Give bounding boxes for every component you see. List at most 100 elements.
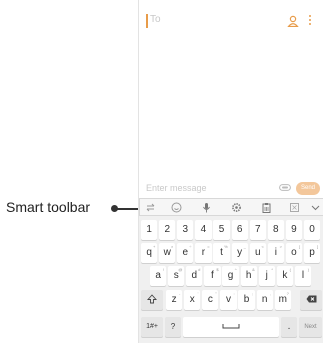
key-u[interactable]: u < <box>249 243 266 263</box>
mic-icon[interactable] <box>201 202 212 213</box>
smart-toolbar-callout-label: Smart toolbar <box>6 199 91 215</box>
key-label: 2 <box>164 224 171 235</box>
key-label: j <box>265 270 268 281</box>
attachment-icon[interactable] <box>279 184 291 191</box>
key-t[interactable]: t% <box>213 243 230 263</box>
send-button[interactable]: Send <box>296 182 320 195</box>
key-1[interactable]: 1 <box>141 220 158 240</box>
key-y[interactable]: y _ <box>231 243 248 263</box>
question-key[interactable]: ? <box>165 317 181 337</box>
key-s[interactable]: s @ <box>168 266 185 286</box>
key-4[interactable]: 4 <box>195 220 212 240</box>
key-label: q <box>146 247 152 258</box>
recipient-bar: To <box>139 0 323 44</box>
keyboard-mode-icon[interactable] <box>289 202 300 213</box>
key-label: p <box>309 247 315 258</box>
key-6[interactable]: 6 <box>231 220 248 240</box>
key-a[interactable]: a! <box>150 266 167 286</box>
key-z[interactable]: z- <box>166 290 183 310</box>
key-7[interactable]: 7 <box>249 220 266 240</box>
space-key[interactable] <box>183 317 279 337</box>
key-hint: ' <box>197 291 199 296</box>
key-hint: , <box>269 291 271 296</box>
key-label: g <box>227 270 234 281</box>
key-j[interactable]: j * <box>258 266 275 286</box>
key-label: 5 <box>218 224 225 235</box>
key-v[interactable]: v: <box>220 290 237 310</box>
message-input[interactable]: Enter message <box>146 183 207 193</box>
key-label: z <box>171 294 177 305</box>
key-hint: ; <box>251 291 253 296</box>
key-q[interactable]: q + <box>141 243 158 263</box>
settings-icon[interactable] <box>231 202 242 213</box>
key-hint: @ <box>178 267 183 272</box>
key-i[interactable]: i > <box>267 243 284 263</box>
clipboard-icon[interactable] <box>261 202 272 213</box>
key-hint: & <box>252 267 255 272</box>
key-label: 4 <box>200 224 207 235</box>
key-label: u <box>254 247 261 258</box>
key-f[interactable]: f $ <box>204 266 221 286</box>
key-l[interactable]: l) <box>294 266 312 286</box>
recipient-input[interactable]: To <box>150 14 161 25</box>
key-label: i <box>274 247 277 258</box>
key-label: e <box>182 247 189 258</box>
key-label: k <box>282 270 288 281</box>
period-key[interactable]: . <box>281 317 297 337</box>
key-label: t <box>220 247 223 258</box>
key-hint: * <box>271 267 273 272</box>
key-0[interactable]: 0 <box>303 220 321 240</box>
key-label: a <box>155 270 161 281</box>
symbols-key[interactable]: 1#+ <box>141 317 163 337</box>
key-label: y <box>237 247 243 258</box>
key-h[interactable]: h & <box>240 266 257 286</box>
key-label: x <box>189 294 195 305</box>
key-label: b <box>243 294 250 305</box>
key-hint: [ <box>298 244 301 249</box>
text-cursor <box>146 14 148 28</box>
swap-icon[interactable] <box>145 202 156 213</box>
key-n[interactable]: n, <box>256 290 273 310</box>
key-hint: ( <box>289 267 291 272</box>
key-e[interactable]: e ÷ <box>177 243 194 263</box>
contact-icon[interactable] <box>287 15 299 27</box>
key-o[interactable]: o[ <box>285 243 303 263</box>
next-key[interactable]: Next <box>299 317 322 337</box>
key-label: o <box>291 247 297 258</box>
key-m[interactable]: m? <box>274 290 291 310</box>
key-d[interactable]: d # <box>186 266 203 286</box>
key-hint: ] <box>317 244 319 249</box>
key-r[interactable]: r = <box>195 243 212 263</box>
more-options-icon[interactable] <box>308 15 312 27</box>
shift-key[interactable] <box>141 290 163 310</box>
key-label: 6 <box>236 224 243 235</box>
key-8[interactable]: 8 <box>267 220 284 240</box>
chevron-down-icon[interactable] <box>310 202 321 213</box>
key-label: m <box>278 294 287 305</box>
key-c[interactable]: c " <box>202 290 219 310</box>
key-hint: # <box>198 267 201 272</box>
key-5[interactable]: 5 <box>213 220 230 240</box>
key-label: 1 <box>146 224 152 235</box>
key-label: 0 <box>309 224 315 235</box>
key-w[interactable]: w × <box>159 243 176 263</box>
key-label: n <box>261 294 268 305</box>
key-label: c <box>207 294 213 305</box>
key-x[interactable]: x ' <box>184 290 201 310</box>
key-hint: × <box>171 244 174 249</box>
key-3[interactable]: 3 <box>177 220 194 240</box>
key-9[interactable]: 9 <box>285 220 303 240</box>
smart-toolbar <box>139 198 323 216</box>
key-k[interactable]: k( <box>276 266 293 286</box>
backspace-key[interactable] <box>300 290 322 310</box>
key-label: l <box>301 270 305 281</box>
backspace-icon <box>306 295 316 303</box>
key-hint: % <box>224 244 228 249</box>
key-label: 7 <box>254 224 261 235</box>
emoji-icon[interactable] <box>171 202 182 213</box>
key-p[interactable]: p] <box>303 243 321 263</box>
key-g[interactable]: g ^ <box>222 266 239 286</box>
phone-screen: To Enter message Send 1 2 3 4 5 6 7 8 9 … <box>138 0 323 343</box>
key-2[interactable]: 2 <box>159 220 176 240</box>
key-b[interactable]: b; <box>238 290 255 310</box>
